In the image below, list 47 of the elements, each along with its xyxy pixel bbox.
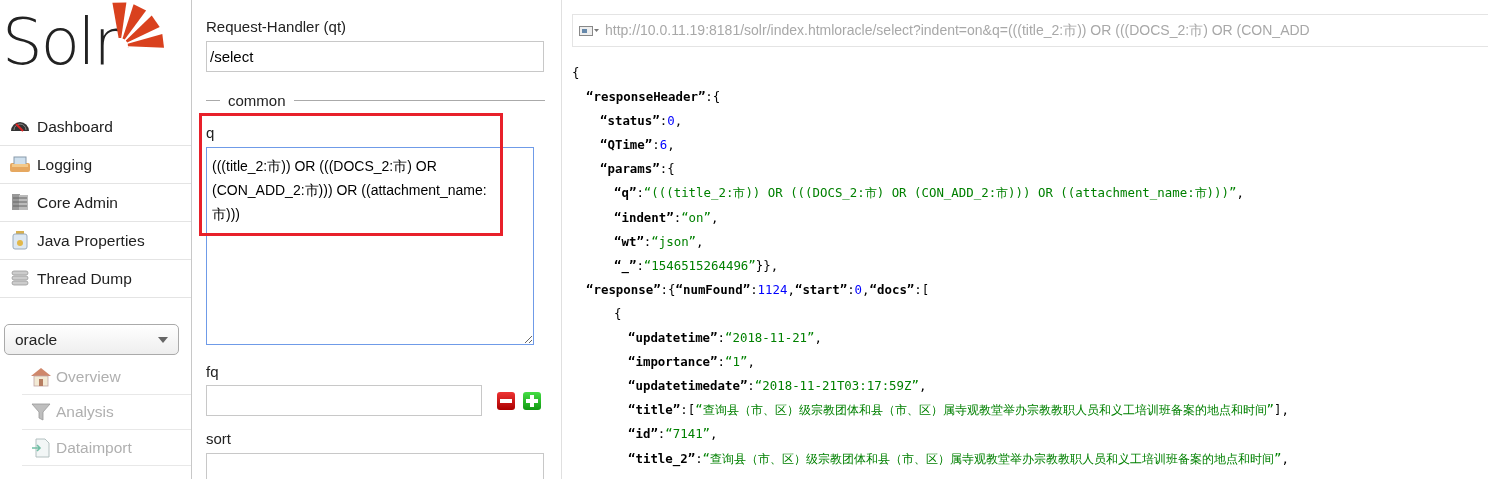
field-label: fq: [206, 361, 219, 382]
json-line: “id”:“7141”,: [627, 425, 719, 444]
plus-icon: [525, 394, 538, 407]
nav-item[interactable]: Thread Dump: [0, 260, 191, 298]
core-selector[interactable]: oracle: [4, 324, 179, 355]
add-button[interactable]: [522, 391, 541, 410]
json-line: “_”:“1546515264496”}},: [613, 256, 780, 276]
json-line: “updatetimedate”:“2018-11-21T03:17:59Z”,: [627, 377, 928, 396]
json-line: “response”:{“numFound”:1124,“start”:0,“docs”:[: [585, 280, 931, 299]
url-text: http://10.0.11.19:8181/solr/index.htmloracle/select?indent=on&q=(((title_2:市)) OR (((DOCS_2:市) OR (CON_ADD: [605, 21, 1310, 40]
filter-field[interactable]: [206, 385, 482, 416]
field-label: sort: [206, 429, 231, 449]
handler-field[interactable]: /select: [206, 40, 544, 72]
json-line: “importance”:“1”,: [627, 353, 756, 372]
json-line: “title”:[“查询县（市、区）级宗教团体和县（市、区）属寺观教堂举办宗教教职人员和义工培训班备案的地点和时间”],: [627, 401, 1290, 420]
json-line: “wt”:“json”,: [613, 232, 705, 251]
json-line: “status”:0,: [599, 112, 684, 131]
nav-item[interactable]: Core Admin: [0, 184, 191, 222]
tray-icon: [9, 154, 31, 175]
json-line: “q”:“(((title_2:市)) OR (((DOCS_2:市) OR (CON_ADD_2:市))) OR ((attachment_name:市)))”,: [613, 184, 1245, 203]
field-label: q: [206, 123, 215, 143]
stack-icon: [9, 268, 31, 289]
sort-field[interactable]: [206, 452, 544, 479]
remove-button[interactable]: [497, 391, 515, 410]
section-label: common: [228, 90, 286, 111]
house-icon: [30, 365, 52, 387]
json-line: “QTime”:6,: [599, 136, 676, 155]
json-line: “responseHeader”:{: [585, 88, 722, 107]
json-line: {: [572, 64, 581, 82]
jar-icon: [9, 230, 31, 251]
minus-icon: [500, 398, 512, 403]
json-line: {: [613, 304, 623, 323]
json-line: “params”:{: [599, 160, 676, 179]
query-field[interactable]: (((title_2:市)) OR (((DOCS_2:市) OR (CON_ADD_2:市))) OR ((attachment_name:市))): [206, 146, 534, 345]
json-line: “title_2”:“查询县（市、区）级宗教团体和县（市、区）属寺观教堂举办宗教教职人员和义工培训班备案的地点和时间”,: [627, 449, 1290, 469]
json-line: “updatetime”:“2018-11-21”,: [627, 329, 823, 348]
nav-item[interactable]: Java Properties: [0, 222, 191, 260]
field-label: Request-Handler (qt): [206, 17, 347, 37]
json-line: “indent”:“on”,: [613, 208, 720, 227]
logo-text: Solr: [2, 10, 118, 74]
page-icon: [579, 25, 599, 36]
funnel-icon: [30, 401, 52, 423]
nav-item[interactable]: Dashboard: [0, 108, 191, 146]
document-icon: [30, 436, 52, 458]
server-icon: [9, 192, 31, 213]
nav-item[interactable]: Logging: [0, 146, 191, 184]
caret-icon: [158, 336, 168, 343]
